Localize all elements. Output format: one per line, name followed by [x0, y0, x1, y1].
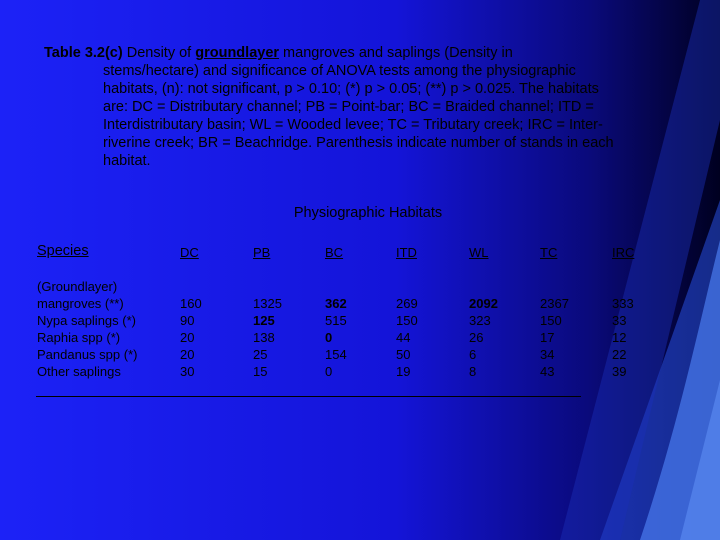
table-cell: 2367	[540, 296, 569, 311]
species-cell: Pandanus spp (*)	[37, 347, 138, 362]
column-header-irc: IRC	[612, 245, 635, 260]
species-column-header: Species	[37, 243, 89, 259]
table-cell: 0	[325, 330, 333, 345]
table-cell: 0	[325, 364, 333, 379]
table-cell: 22	[612, 347, 627, 362]
table-cell	[253, 278, 282, 295]
table-cell: 34	[540, 347, 555, 362]
table-cell: 6	[469, 347, 477, 362]
table-cell: 12	[612, 330, 627, 345]
column-header-tc: TC	[540, 245, 558, 260]
table-cell: 44	[396, 330, 411, 345]
table-cell: 39	[612, 364, 627, 379]
column-header-itd: ITD	[396, 245, 417, 260]
caption-pre: Density of	[122, 45, 196, 61]
caption-post: mangroves and saplings (Density in	[279, 45, 513, 61]
table-cell	[469, 278, 498, 295]
column-header-bc: BC	[325, 245, 344, 260]
table-cell: 333	[612, 296, 634, 311]
table-cell: 15	[253, 364, 268, 379]
table-cell	[396, 278, 418, 295]
species-cell: Nypa saplings (*)	[37, 313, 136, 328]
caption-line: riverine creek; BR = Beachridge. Parenth…	[103, 135, 614, 151]
table-cell	[180, 278, 202, 295]
caption-line: Interdistributary basin; WL = Wooded lev…	[103, 117, 603, 133]
species-cell: Raphia spp (*)	[37, 330, 121, 345]
table-cell	[540, 278, 569, 295]
column-header-wl: WL	[469, 245, 489, 260]
table-cell: 160	[180, 296, 202, 311]
species-cell: (Groundlayer)	[37, 279, 118, 294]
column-header-pb: PB	[253, 245, 271, 260]
column-wl: 2092 323 26 6 8	[469, 278, 498, 380]
table-cell: 515	[325, 313, 347, 328]
table-cell: 154	[325, 347, 347, 362]
species-cell: Other saplings	[37, 364, 121, 379]
column-pb: 1325 125 138 25 15	[253, 278, 282, 380]
table-caption: Table 3.2(c) Density of groundlayer mang…	[44, 44, 672, 170]
species-column: (Groundlayer) mangroves (**) Nypa saplin…	[37, 278, 137, 380]
column-irc: 333 33 12 22 39	[612, 278, 634, 380]
table-cell: 17	[540, 330, 555, 345]
group-heading: Physiographic Habitats	[293, 205, 443, 221]
caption-label: Table 3.2(c)	[44, 45, 123, 61]
column-tc: 2367 150 17 34 43	[540, 278, 569, 380]
caption-line-1: Table 3.2(c) Density of groundlayer mang…	[44, 44, 672, 62]
table-cell: 323	[469, 313, 491, 328]
table-cell: 1325	[253, 296, 282, 311]
caption-line: are: DC = Distributary channel; PB = Poi…	[103, 99, 594, 115]
caption-line: habitat.	[103, 153, 151, 169]
table-cell	[612, 278, 634, 295]
table-cell: 26	[469, 330, 484, 345]
table-cell: 33	[612, 313, 627, 328]
table-cell: 20	[180, 347, 195, 362]
species-cell: mangroves (**)	[37, 296, 124, 311]
column-itd: 269 150 44 50 19	[396, 278, 418, 380]
table-cell: 30	[180, 364, 195, 379]
table-bottom-rule	[36, 396, 581, 397]
table-cell: 138	[253, 330, 275, 345]
table-cell: 43	[540, 364, 555, 379]
caption-emphasis: groundlayer	[195, 45, 280, 61]
caption-line: stems/hectare) and significance of ANOVA…	[103, 63, 576, 79]
table-cell: 150	[396, 313, 418, 328]
column-bc: 362 515 0 154 0	[325, 278, 347, 380]
table-cell: 125	[253, 313, 275, 328]
table-cell: 19	[396, 364, 411, 379]
table-cell: 20	[180, 330, 195, 345]
table-cell: 25	[253, 347, 268, 362]
table-cell: 2092	[469, 296, 498, 311]
table-cell: 269	[396, 296, 418, 311]
column-dc: 160 90 20 20 30	[180, 278, 202, 380]
table-cell: 90	[180, 313, 195, 328]
caption-line: habitats, (n): not significant, p > 0.10…	[103, 81, 599, 97]
table-cell: 8	[469, 364, 477, 379]
table-cell	[325, 278, 347, 295]
column-header-dc: DC	[180, 245, 199, 260]
table-cell: 150	[540, 313, 562, 328]
table-cell: 362	[325, 296, 347, 311]
table-cell: 50	[396, 347, 411, 362]
